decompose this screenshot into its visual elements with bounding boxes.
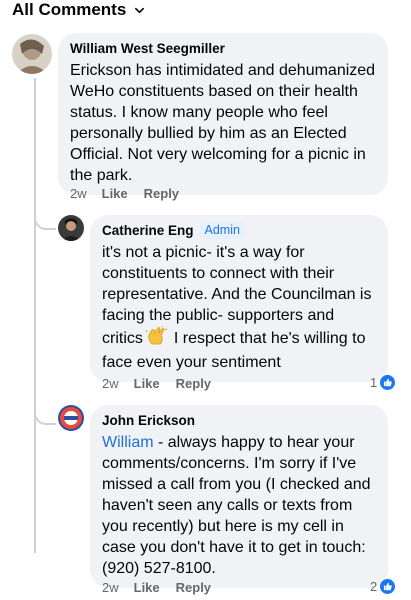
reaction-summary[interactable]: 2 xyxy=(370,578,397,595)
avatar[interactable] xyxy=(58,215,84,241)
avatar-image xyxy=(12,34,52,74)
comment-timestamp[interactable]: 2w xyxy=(102,580,119,595)
comment-actions: 2w Like Reply xyxy=(102,376,227,391)
comment-text: William - always happy to hear your comm… xyxy=(102,432,376,579)
author-name[interactable]: William West Seegmiller xyxy=(70,40,225,57)
comments-filter-label: All Comments xyxy=(12,0,127,19)
comment-bubble: John Erickson William - always happy to … xyxy=(90,405,388,588)
like-button[interactable]: Like xyxy=(134,580,160,595)
reply-button[interactable]: Reply xyxy=(176,580,211,595)
thread-connector xyxy=(34,395,56,425)
reaction-summary[interactable]: 1 xyxy=(370,374,397,391)
comment-text: Erickson has intimidated and dehumanized… xyxy=(70,62,376,184)
thread-connector xyxy=(34,210,56,230)
reaction-count: 1 xyxy=(370,375,378,390)
comments-filter[interactable]: All Comments xyxy=(12,0,145,20)
comment-author[interactable]: John Erickson xyxy=(102,412,376,429)
comment-author[interactable]: William West Seegmiller xyxy=(70,40,376,57)
comment-timestamp[interactable]: 2w xyxy=(70,186,87,201)
like-reaction-icon xyxy=(379,374,397,391)
chevron-down-icon xyxy=(135,7,145,13)
comment-actions: 2w Like Reply xyxy=(70,186,195,201)
reply-button[interactable]: Reply xyxy=(144,186,179,201)
comment-text-part: - always happy to hear your comments/con… xyxy=(102,434,371,577)
like-reaction-icon xyxy=(379,578,397,595)
comment-bubble: Catherine Eng Admin it's not a picnic- i… xyxy=(90,215,388,382)
comment-author[interactable]: Catherine Eng Admin xyxy=(102,222,376,239)
clapping-hands-icon xyxy=(145,324,168,352)
thread-line xyxy=(34,78,36,553)
avatar[interactable] xyxy=(58,405,84,431)
comment-text: it's not a picnic- it's a way for consti… xyxy=(102,242,376,373)
comment-actions: 2w Like Reply xyxy=(102,580,227,595)
comment-timestamp[interactable]: 2w xyxy=(102,376,119,391)
admin-badge: Admin xyxy=(199,222,245,239)
avatar-image xyxy=(58,405,84,431)
author-name[interactable]: John Erickson xyxy=(102,412,195,429)
mention-link[interactable]: William xyxy=(102,434,154,451)
author-name[interactable]: Catherine Eng xyxy=(102,222,194,239)
avatar-image xyxy=(58,215,84,241)
avatar[interactable] xyxy=(12,34,52,74)
like-button[interactable]: Like xyxy=(102,186,128,201)
like-button[interactable]: Like xyxy=(134,376,160,391)
reply-button[interactable]: Reply xyxy=(176,376,211,391)
comment-bubble: William West Seegmiller Erickson has int… xyxy=(58,33,388,195)
reaction-count: 2 xyxy=(370,579,378,594)
